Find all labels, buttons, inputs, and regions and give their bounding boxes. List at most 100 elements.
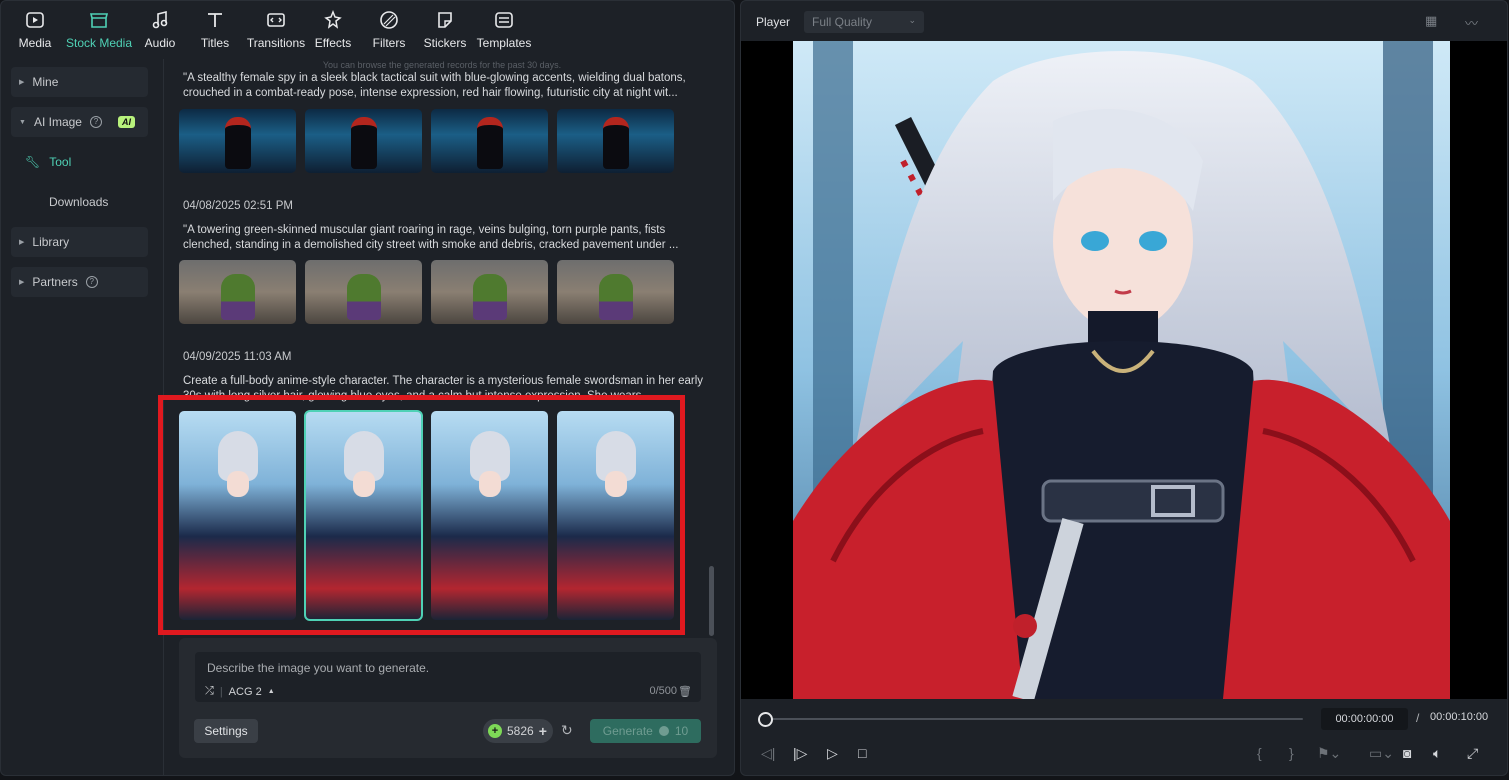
tool-media[interactable]: Media: [9, 1, 61, 59]
generated-image-thumbnail[interactable]: [305, 260, 422, 324]
mark-out-icon[interactable]: }: [1289, 745, 1294, 761]
tool-label: Transitions: [246, 36, 306, 50]
generated-image-thumbnail[interactable]: [431, 260, 548, 324]
history-notice: You can browse the generated records for…: [322, 60, 562, 70]
marker-icon[interactable]: ⚑⌄: [1317, 745, 1341, 762]
model-label: ACG 2: [228, 685, 262, 698]
tool-stickers[interactable]: Stickers: [417, 1, 473, 59]
scope-icon[interactable]: 〰: [1465, 13, 1478, 32]
display-icon[interactable]: ▭⌄: [1369, 745, 1394, 762]
add-credits-icon[interactable]: +: [539, 723, 547, 739]
generated-image-thumbnail[interactable]: [557, 260, 674, 324]
wrench-icon: 🔧︎: [25, 155, 41, 169]
grid-view-icon[interactable]: ▦: [1425, 13, 1437, 29]
tool-transitions[interactable]: Transitions: [247, 1, 305, 59]
record-date: 04/09/2025 11:03 AM: [183, 351, 292, 363]
left-panel: Media Stock Media Audio Titles Transitio…: [0, 0, 735, 776]
generated-image-thumbnail[interactable]: [179, 260, 296, 324]
help-icon[interactable]: ?: [85, 276, 98, 288]
sidebar-item-label: Mine: [32, 75, 59, 89]
timeline-playhead[interactable]: [758, 712, 773, 727]
stop-icon[interactable]: □: [858, 745, 866, 761]
prompt-input[interactable]: Describe the image you want to generate.…: [195, 652, 701, 702]
sidebar-item-library[interactable]: ▶ Library: [11, 227, 148, 257]
generate-cost: 10: [674, 724, 689, 738]
player-header: Player Full Quality ⌄ ▦ 〰: [741, 1, 1507, 41]
player-title: Player: [756, 15, 791, 29]
tool-titles[interactable]: Titles: [183, 1, 247, 59]
sidebar-item-partners[interactable]: ▶ Partners ?: [11, 267, 148, 297]
sidebar-item-mine[interactable]: ▶ Mine: [11, 67, 148, 97]
titles-icon: [204, 9, 226, 31]
credits-badge[interactable]: + 5826 +: [483, 719, 553, 743]
sidebar-item-label: Downloads: [49, 195, 109, 209]
generated-image-thumbnail[interactable]: [557, 411, 674, 620]
play-icon[interactable]: ▷: [827, 745, 838, 762]
audio-icon: [149, 9, 171, 31]
credit-icon: [658, 726, 669, 736]
settings-button[interactable]: Settings: [194, 719, 258, 743]
tool-label: Effects: [314, 36, 352, 50]
current-time[interactable]: 00:00:00:00: [1321, 708, 1408, 730]
templates-icon: [493, 9, 515, 31]
char-counter: 0/500: [649, 685, 677, 697]
timeline-track[interactable]: [763, 718, 1303, 720]
generate-label: Generate: [602, 724, 653, 738]
tool-label: Filters: [372, 36, 406, 50]
refresh-icon[interactable]: ↻: [561, 722, 573, 739]
tool-filters[interactable]: Filters: [361, 1, 417, 59]
filters-icon: [378, 9, 400, 31]
tool-templates[interactable]: Templates: [473, 1, 535, 59]
record-prompt: "A stealthy female spy in a sleek black …: [183, 72, 686, 99]
generate-button[interactable]: Generate 10: [590, 719, 701, 743]
mark-in-icon[interactable]: {: [1257, 745, 1262, 761]
quality-dropdown[interactable]: Full Quality ⌄: [804, 11, 924, 33]
tool-label: Stock Media: [65, 36, 133, 50]
chevron-down-icon: ⌄: [908, 15, 916, 25]
playback-controls: 00:00:00:00 / 00:00:10:00 ◁| |▷ ▷ □ { } …: [741, 699, 1507, 775]
stock-media-icon: [88, 9, 110, 31]
generated-image-thumbnail[interactable]: [179, 411, 296, 620]
tool-label: Audio: [144, 36, 176, 50]
generated-image-thumbnail[interactable]: [179, 109, 296, 173]
video-viewer[interactable]: [741, 41, 1507, 699]
sidebar-item-downloads[interactable]: Downloads: [49, 187, 108, 217]
record-prompt: "A towering green-skinned muscular giant…: [183, 224, 679, 251]
generated-image-thumbnail[interactable]: [431, 411, 548, 620]
sidebar-item-label: Tool: [49, 155, 72, 169]
divider: |: [219, 685, 223, 698]
history-scrollbar[interactable]: [709, 566, 714, 636]
tool-label: Media: [18, 36, 52, 50]
ai-badge: AI: [117, 116, 135, 128]
help-icon[interactable]: ?: [89, 116, 102, 128]
sidebar-item-label: Library: [32, 235, 70, 249]
generated-image-thumbnail[interactable]: [431, 109, 548, 173]
player-panel: Player Full Quality ⌄ ▦ 〰 00:00:00:00 / …: [740, 0, 1508, 776]
next-frame-icon[interactable]: |▷: [793, 745, 807, 762]
history-list: You can browse the generated records for…: [166, 59, 718, 634]
model-selector[interactable]: ⤮ | ACG 2 ▲: [205, 685, 275, 698]
record-thumbnails: [179, 109, 674, 173]
tool-audio[interactable]: Audio: [137, 1, 183, 59]
record-prompt: Create a full-body anime-style character…: [183, 375, 704, 402]
sidebar-item-ai-image[interactable]: ▼ AI Image ? AI: [11, 107, 148, 137]
media-toolbar: Media Stock Media Audio Titles Transitio…: [1, 1, 734, 59]
caret-up-icon: ▲: [267, 688, 275, 695]
sidebar-item-label: Partners: [32, 275, 78, 289]
stickers-icon: [434, 9, 456, 31]
generated-image-thumbnail[interactable]: [305, 109, 422, 173]
volume-icon[interactable]: 🔈︎: [1433, 745, 1441, 762]
previous-frame-icon[interactable]: ◁|: [761, 745, 775, 762]
snapshot-icon[interactable]: ◙: [1403, 745, 1411, 761]
shuffle-icon[interactable]: ⤮: [205, 685, 214, 698]
anime-character-artwork: [793, 41, 1450, 699]
tool-stock-media[interactable]: Stock Media: [61, 1, 137, 59]
total-time: 00:00:10:00: [1430, 711, 1489, 723]
trash-icon[interactable]: 🗑︎: [678, 685, 692, 698]
media-icon: [24, 9, 46, 31]
generated-image-thumbnail[interactable]: [304, 410, 423, 621]
generated-image-thumbnail[interactable]: [557, 109, 674, 173]
fullscreen-icon[interactable]: ⤢: [1467, 745, 1478, 762]
sidebar-item-tool[interactable]: 🔧︎ Tool: [25, 147, 71, 177]
tool-effects[interactable]: Effects: [305, 1, 361, 59]
